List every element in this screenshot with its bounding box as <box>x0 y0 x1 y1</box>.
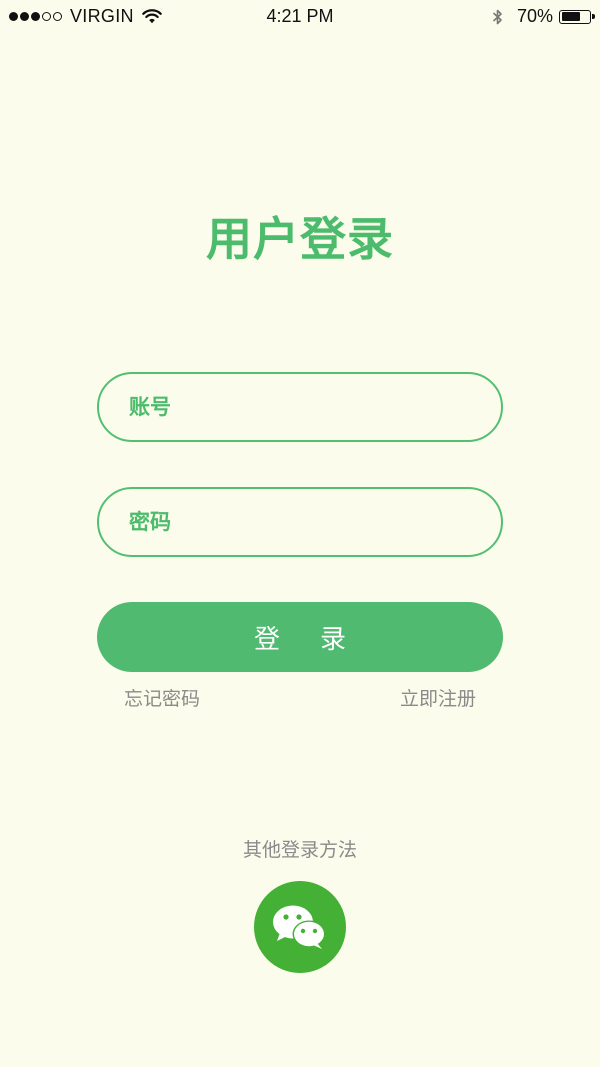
page-title: 用户登录 <box>206 212 394 266</box>
register-link[interactable]: 立即注册 <box>400 684 476 711</box>
password-field-container <box>97 487 503 557</box>
battery-icon <box>559 9 595 24</box>
password-input[interactable] <box>99 488 501 556</box>
other-login-methods-label: 其他登录方法 <box>242 839 357 861</box>
account-field-container <box>97 372 503 442</box>
battery-cap <box>592 14 595 19</box>
battery-fill <box>561 12 580 21</box>
battery-percent: 70% <box>516 6 553 26</box>
forgot-password-link[interactable]: 忘记密码 <box>124 684 200 711</box>
bluetooth-icon <box>492 8 503 26</box>
wechat-icon <box>273 905 326 949</box>
status-right: 70% <box>492 6 595 27</box>
status-bar: VIRGIN 4:21 PM 70% <box>0 0 600 36</box>
login-button[interactable]: 登录 <box>97 602 503 672</box>
account-input[interactable] <box>99 373 501 441</box>
wechat-login-button[interactable] <box>254 881 346 973</box>
